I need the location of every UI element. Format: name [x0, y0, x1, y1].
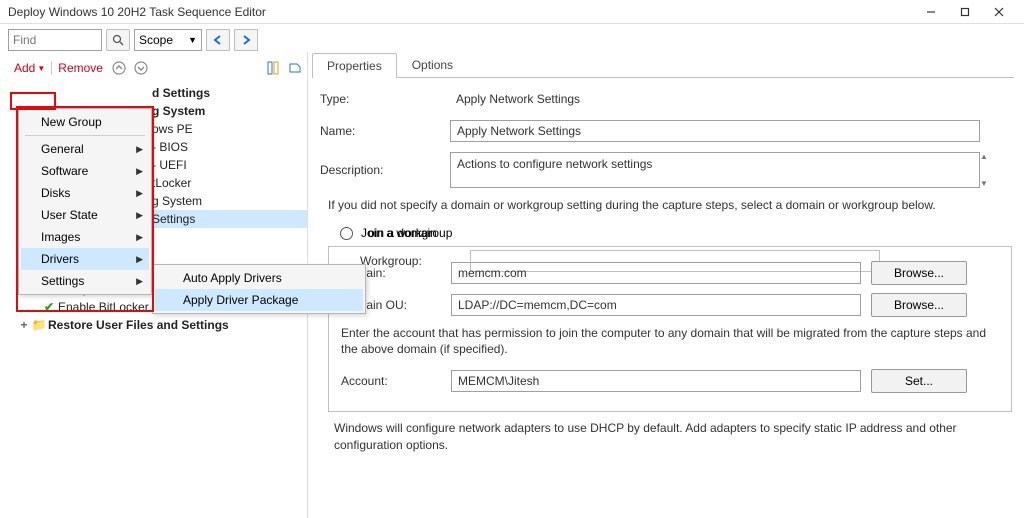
menu-disks[interactable]: Disks▶ — [21, 182, 149, 204]
title-bar: Deploy Windows 10 20H2 Task Sequence Edi… — [0, 0, 1024, 24]
toolbar: Scope ▼ — [0, 24, 1024, 52]
type-label: Type: — [320, 92, 450, 106]
scope-label: Scope — [139, 33, 173, 47]
tree-item[interactable]: - UEFI — [150, 156, 307, 174]
join-domain-text[interactable]: oin a domain — [368, 226, 1014, 240]
domain-note: If you did not specify a domain or workg… — [320, 198, 1014, 212]
domain-input[interactable]: memcm.com — [451, 262, 861, 284]
menu-general[interactable]: General▶ — [21, 138, 149, 160]
description-label: Description: — [320, 163, 450, 177]
search-icon[interactable] — [106, 29, 130, 51]
browse-domain-button[interactable]: Browse... — [871, 261, 967, 285]
tree-item[interactable]: g System — [150, 102, 307, 120]
set-account-button[interactable]: Set... — [871, 369, 967, 393]
account-note: Enter the account that has permission to… — [341, 325, 999, 357]
add-context-menu[interactable]: New Group General▶ Software▶ Disks▶ User… — [18, 108, 152, 295]
properties-pane: Properties Options Type: Apply Network S… — [308, 52, 1024, 518]
submenu-apply-driver-package[interactable]: Apply Driver Package — [155, 289, 363, 311]
chevron-right-icon: ▶ — [136, 254, 143, 265]
chevron-right-icon: ▶ — [136, 276, 143, 287]
maximize-button[interactable] — [948, 1, 982, 23]
chevron-right-icon: ▶ — [136, 210, 143, 221]
chevron-right-icon: ▶ — [136, 188, 143, 199]
name-input[interactable]: Apply Network Settings — [450, 120, 980, 142]
dhcp-note: Windows will configure network adapters … — [320, 420, 1014, 452]
chevron-right-icon: ▶ — [136, 166, 143, 177]
tree-item[interactable]: +📁Restore User Files and Settings — [16, 316, 307, 334]
check-icon: ✔ — [40, 300, 58, 314]
menu-settings[interactable]: Settings▶ — [21, 270, 149, 292]
menu-drivers[interactable]: Drivers▶ — [21, 248, 149, 270]
back-button[interactable] — [206, 29, 230, 51]
chevron-right-icon: ▶ — [136, 144, 143, 155]
move-down-icon[interactable] — [131, 58, 151, 78]
toolbar-icon-a[interactable] — [265, 60, 281, 76]
tree-actionbar: Add▼ Remove — [0, 58, 307, 82]
tree-item[interactable]: tLocker — [150, 174, 307, 192]
description-input[interactable]: Actions to configure network settings — [450, 152, 980, 188]
remove-button[interactable]: Remove — [54, 61, 107, 75]
window-title: Deploy Windows 10 20H2 Task Sequence Edi… — [8, 5, 914, 19]
tab-options[interactable]: Options — [397, 52, 468, 77]
tree-item[interactable]: - BIOS — [150, 138, 307, 156]
close-button[interactable] — [982, 1, 1016, 23]
account-label: Account: — [341, 374, 451, 388]
domain-fieldset: Domain: memcm.com Browse... Domain OU: L… — [328, 246, 1012, 412]
browse-ou-button[interactable]: Browse... — [871, 293, 967, 317]
chevron-down-icon: ▼ — [188, 35, 197, 45]
menu-new-group[interactable]: New Group — [21, 111, 149, 133]
folder-icon: 📁 — [30, 318, 48, 332]
scope-select[interactable]: Scope ▼ — [134, 29, 202, 51]
menu-software[interactable]: Software▶ — [21, 160, 149, 182]
toolbar-icon-b[interactable] — [287, 60, 303, 76]
tree-item[interactable]: d Settings — [150, 84, 307, 102]
scroll-icon[interactable]: ▲▼ — [980, 152, 998, 188]
domain-ou-input[interactable]: LDAP://DC=memcm,DC=com — [451, 294, 861, 316]
find-input[interactable] — [8, 29, 102, 51]
add-button[interactable]: Add▼ — [10, 61, 49, 75]
menu-images[interactable]: Images▶ — [21, 226, 149, 248]
chevron-right-icon: ▶ — [136, 232, 143, 243]
drivers-submenu[interactable]: Auto Apply Drivers Apply Driver Package — [152, 264, 366, 314]
account-input[interactable]: MEMCM\Jitesh — [451, 370, 861, 392]
tree-item[interactable]: ows PE — [150, 120, 307, 138]
tab-bar: Properties Options — [312, 52, 1014, 78]
submenu-auto-apply-drivers[interactable]: Auto Apply Drivers — [155, 267, 363, 289]
menu-user-state[interactable]: User State▶ — [21, 204, 149, 226]
type-value: Apply Network Settings — [450, 88, 980, 110]
forward-button[interactable] — [234, 29, 258, 51]
tab-properties[interactable]: Properties — [312, 53, 397, 78]
expand-icon[interactable]: + — [18, 318, 30, 332]
tree-item[interactable]: g System — [150, 192, 307, 210]
move-up-icon[interactable] — [109, 58, 129, 78]
radio-icon — [340, 227, 353, 240]
tree-item-selected[interactable]: Settings — [150, 210, 307, 228]
minimize-button[interactable] — [914, 1, 948, 23]
name-label: Name: — [320, 124, 450, 138]
